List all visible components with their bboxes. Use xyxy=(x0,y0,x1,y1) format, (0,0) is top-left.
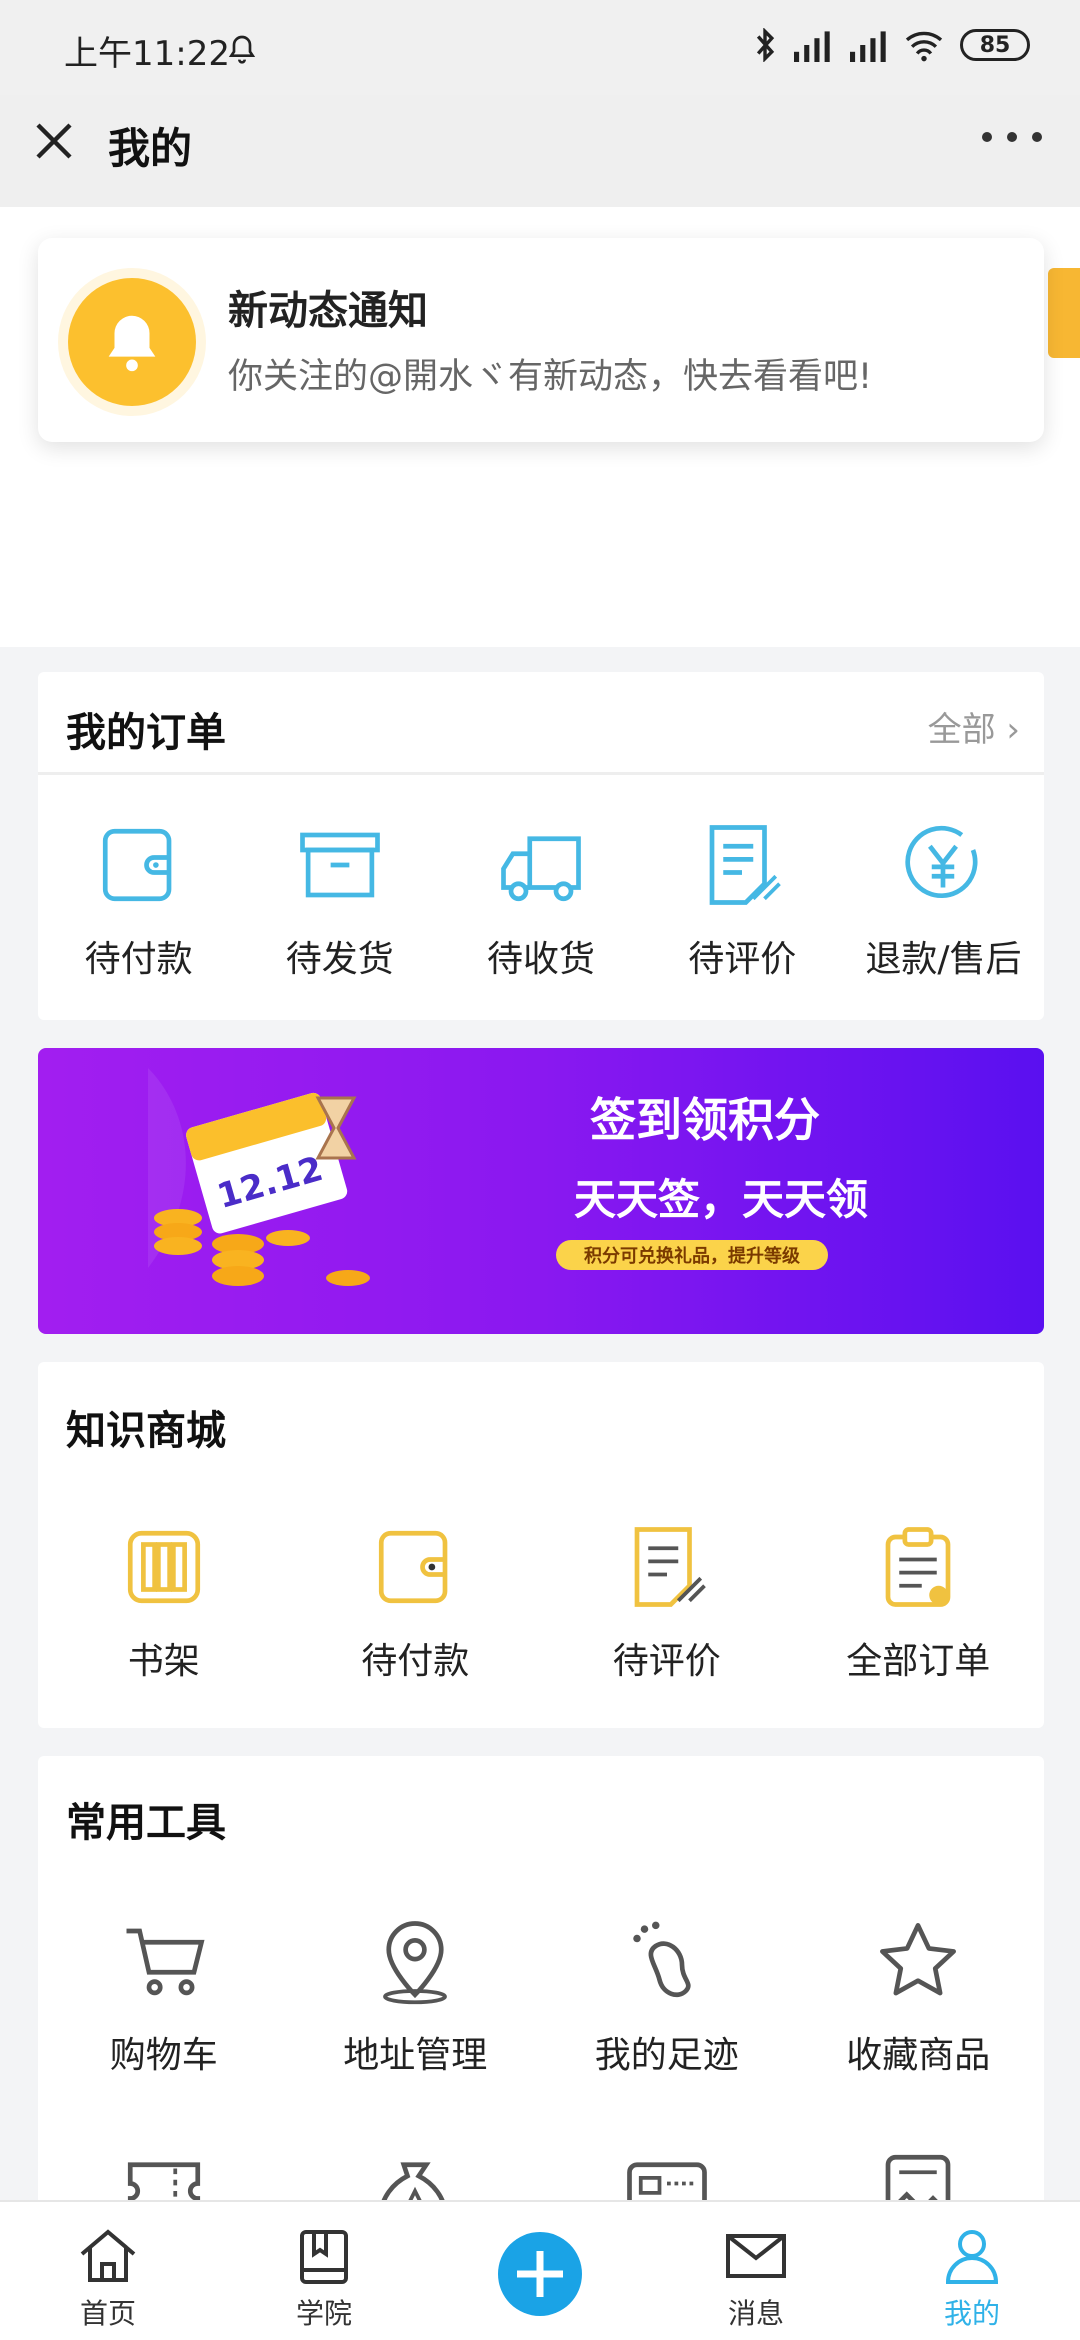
cart-icon xyxy=(126,1928,205,1996)
app-bar: 我的 xyxy=(0,95,1080,207)
notification-text: 你关注的@開水ヾ有新动态，快去看看吧! xyxy=(228,357,873,397)
shop-pending-payment[interactable]: 待付款 xyxy=(290,1522,542,1684)
order-pending-payment[interactable]: 待付款 xyxy=(38,820,239,982)
bluetooth-icon xyxy=(756,28,775,62)
shop-bookshelf[interactable]: 书架 xyxy=(38,1522,290,1684)
divider xyxy=(38,772,1044,775)
tool-my-footprints[interactable]: 我的足迹 xyxy=(541,1916,793,2078)
review-icon xyxy=(634,1527,706,1607)
nav-messages[interactable]: 消息 xyxy=(648,2202,864,2340)
bottom-nav: 首页 学院 消息 我的 xyxy=(0,2200,1080,2340)
tool-address-management[interactable]: 地址管理 xyxy=(290,1916,542,2078)
tools-title: 常用工具 xyxy=(66,1800,226,1846)
user-icon xyxy=(945,2230,999,2284)
star-icon xyxy=(880,1923,957,1996)
knowledge-shop-card: 知识商城 书架 待付款 待评价 全部订单 xyxy=(38,1362,1044,1728)
signal-icon xyxy=(794,31,830,62)
my-orders-card: 我的订单 全部 › 待付款 待发货 待收货 待评价 退款/售后 xyxy=(38,672,1044,1020)
mail-icon xyxy=(726,2234,786,2278)
battery-indicator: 85 xyxy=(960,29,1030,61)
banner-subtitle: 天天签，天天领 xyxy=(574,1175,869,1224)
order-refund-aftersale[interactable]: 退款/售后 xyxy=(843,820,1044,982)
shop-pending-review[interactable]: 待评价 xyxy=(541,1522,793,1684)
sign-in-banner[interactable]: 12.12 签到领积分 天天签，天天领 积分可兑换礼品，提升等级 xyxy=(38,1048,1044,1334)
see-all-orders-link[interactable]: 全部 › xyxy=(928,702,1020,751)
banner-title: 签到领积分 xyxy=(590,1093,820,1147)
calendar-coins-illustration: 12.12 xyxy=(148,1068,370,1286)
chevron-right-icon: › xyxy=(1006,710,1020,750)
status-time: 上午11:22 xyxy=(64,34,230,74)
order-pending-review[interactable]: 待评价 xyxy=(642,820,843,982)
shop-title: 知识商城 xyxy=(66,1408,226,1454)
review-icon xyxy=(709,825,782,905)
nav-home[interactable]: 首页 xyxy=(0,2202,216,2340)
banner-pill: 积分可兑换礼品，提升等级 xyxy=(556,1240,828,1270)
wallet-icon xyxy=(102,828,171,902)
clipboard-icon xyxy=(885,1527,951,1607)
notification-title: 新动态通知 xyxy=(228,288,428,334)
signal-icon-2 xyxy=(850,31,886,62)
location-icon xyxy=(383,1921,448,2005)
footprint-icon xyxy=(633,1921,691,1998)
notification-popup[interactable]: 新动态通知 你关注的@開水ヾ有新动态，快去看看吧! xyxy=(38,238,1044,442)
nav-academy[interactable]: 学院 xyxy=(216,2202,432,2340)
order-pending-shipment[interactable]: 待发货 xyxy=(239,820,440,982)
book-icon xyxy=(300,2230,348,2284)
bookshelf-icon xyxy=(127,1530,200,1604)
wallet-icon xyxy=(379,1530,448,1604)
more-options-button[interactable] xyxy=(982,125,1042,149)
nav-publish[interactable] xyxy=(432,2202,648,2340)
bell-icon xyxy=(68,278,196,406)
yuan-icon xyxy=(905,825,978,898)
floating-edge-tab[interactable] xyxy=(1048,268,1080,358)
shop-all-orders[interactable]: 全部订单 xyxy=(793,1522,1045,1684)
tool-favorite-products[interactable]: 收藏商品 xyxy=(793,1916,1045,2078)
box-icon xyxy=(299,832,380,898)
order-pending-receipt[interactable]: 待收货 xyxy=(440,820,641,982)
home-icon xyxy=(80,2229,136,2282)
status-bar: 上午11:22 85 xyxy=(0,0,1080,95)
orders-title: 我的订单 xyxy=(66,710,226,756)
truck-icon xyxy=(501,836,581,902)
close-icon[interactable] xyxy=(30,117,78,165)
notification-bell-icon xyxy=(228,35,256,64)
page-title: 我的 xyxy=(108,124,193,173)
wifi-icon xyxy=(905,31,943,62)
tool-shopping-cart[interactable]: 购物车 xyxy=(38,1916,290,2078)
plus-icon xyxy=(498,2232,582,2316)
nav-me[interactable]: 我的 xyxy=(864,2202,1080,2340)
